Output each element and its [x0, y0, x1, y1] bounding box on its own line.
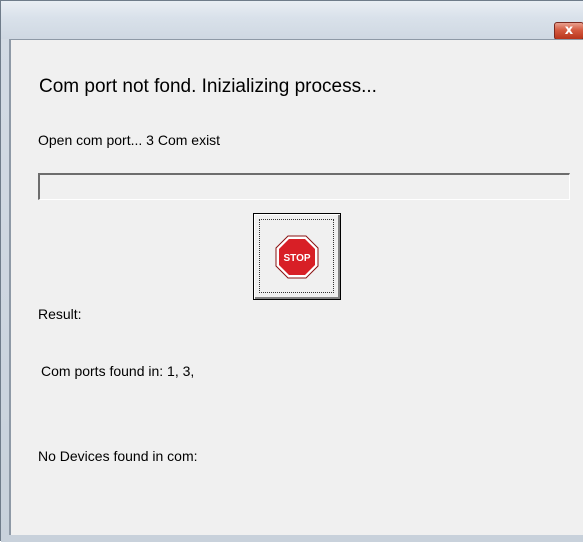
close-icon: x	[564, 23, 574, 38]
dialog-window: x Com port not fond. Inizializing proces…	[0, 0, 583, 542]
progress-bar	[38, 173, 570, 200]
dialog-heading: Com port not fond. Inizializing process.…	[39, 76, 377, 97]
dialog-content: Com port not fond. Inizializing process.…	[10, 39, 583, 535]
no-devices-text: No Devices found in com:	[38, 448, 198, 464]
close-button[interactable]: x	[554, 22, 583, 40]
title-bar[interactable]: x	[1, 1, 583, 40]
stop-sign-icon: STOP	[275, 235, 319, 279]
window-frame-left	[1, 39, 10, 542]
result-label: Result:	[38, 306, 82, 322]
ports-found-text: Com ports found in: 1, 3,	[41, 363, 195, 379]
stop-button[interactable]: STOP	[253, 213, 341, 300]
status-text: Open com port... 3 Com exist	[38, 132, 221, 148]
stop-sign-text: STOP	[283, 253, 310, 264]
